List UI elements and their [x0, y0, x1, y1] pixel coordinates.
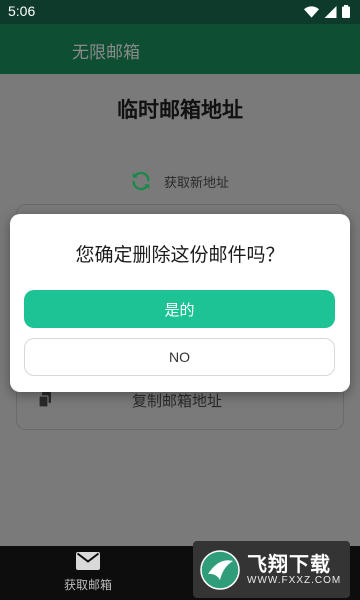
refresh-icon [132, 171, 150, 191]
status-bar: 5:06 [0, 0, 360, 24]
watermark: 飞翔下载 WWW.FXXZ.COM [193, 541, 350, 598]
cancel-button[interactable]: NO [24, 338, 335, 376]
status-time: 5:06 [8, 3, 36, 19]
app-bar: 无限邮箱 [0, 24, 360, 74]
dialog-message: 您确定删除这份邮件吗？ [75, 244, 285, 266]
watermark-url: WWW.FXXZ.COM [247, 575, 342, 586]
wifi-icon [304, 5, 319, 18]
confirm-button[interactable]: 是的 [24, 290, 335, 328]
watermark-logo-icon [200, 549, 240, 590]
refresh-address-button[interactable]: 获取新地址 [130, 170, 229, 192]
battery-icon [342, 5, 350, 18]
page-title: 临时邮箱地址 [117, 98, 243, 122]
status-icons [304, 5, 350, 18]
signal-icon [324, 5, 337, 18]
nav-label: 获取邮箱 [63, 578, 112, 592]
nav-item-get-mail[interactable]: 获取邮箱 [38, 552, 138, 593]
copy-icon [38, 392, 51, 408]
app-title: 无限邮箱 [72, 43, 140, 63]
mail-icon [76, 552, 100, 570]
refresh-label: 获取新地址 [164, 175, 230, 191]
watermark-title: 飞翔下载 [247, 552, 331, 576]
copy-label: 复制邮箱地址 [132, 392, 223, 410]
delete-confirm-dialog: 您确定删除这份邮件吗？ 是的 NO [10, 214, 350, 392]
